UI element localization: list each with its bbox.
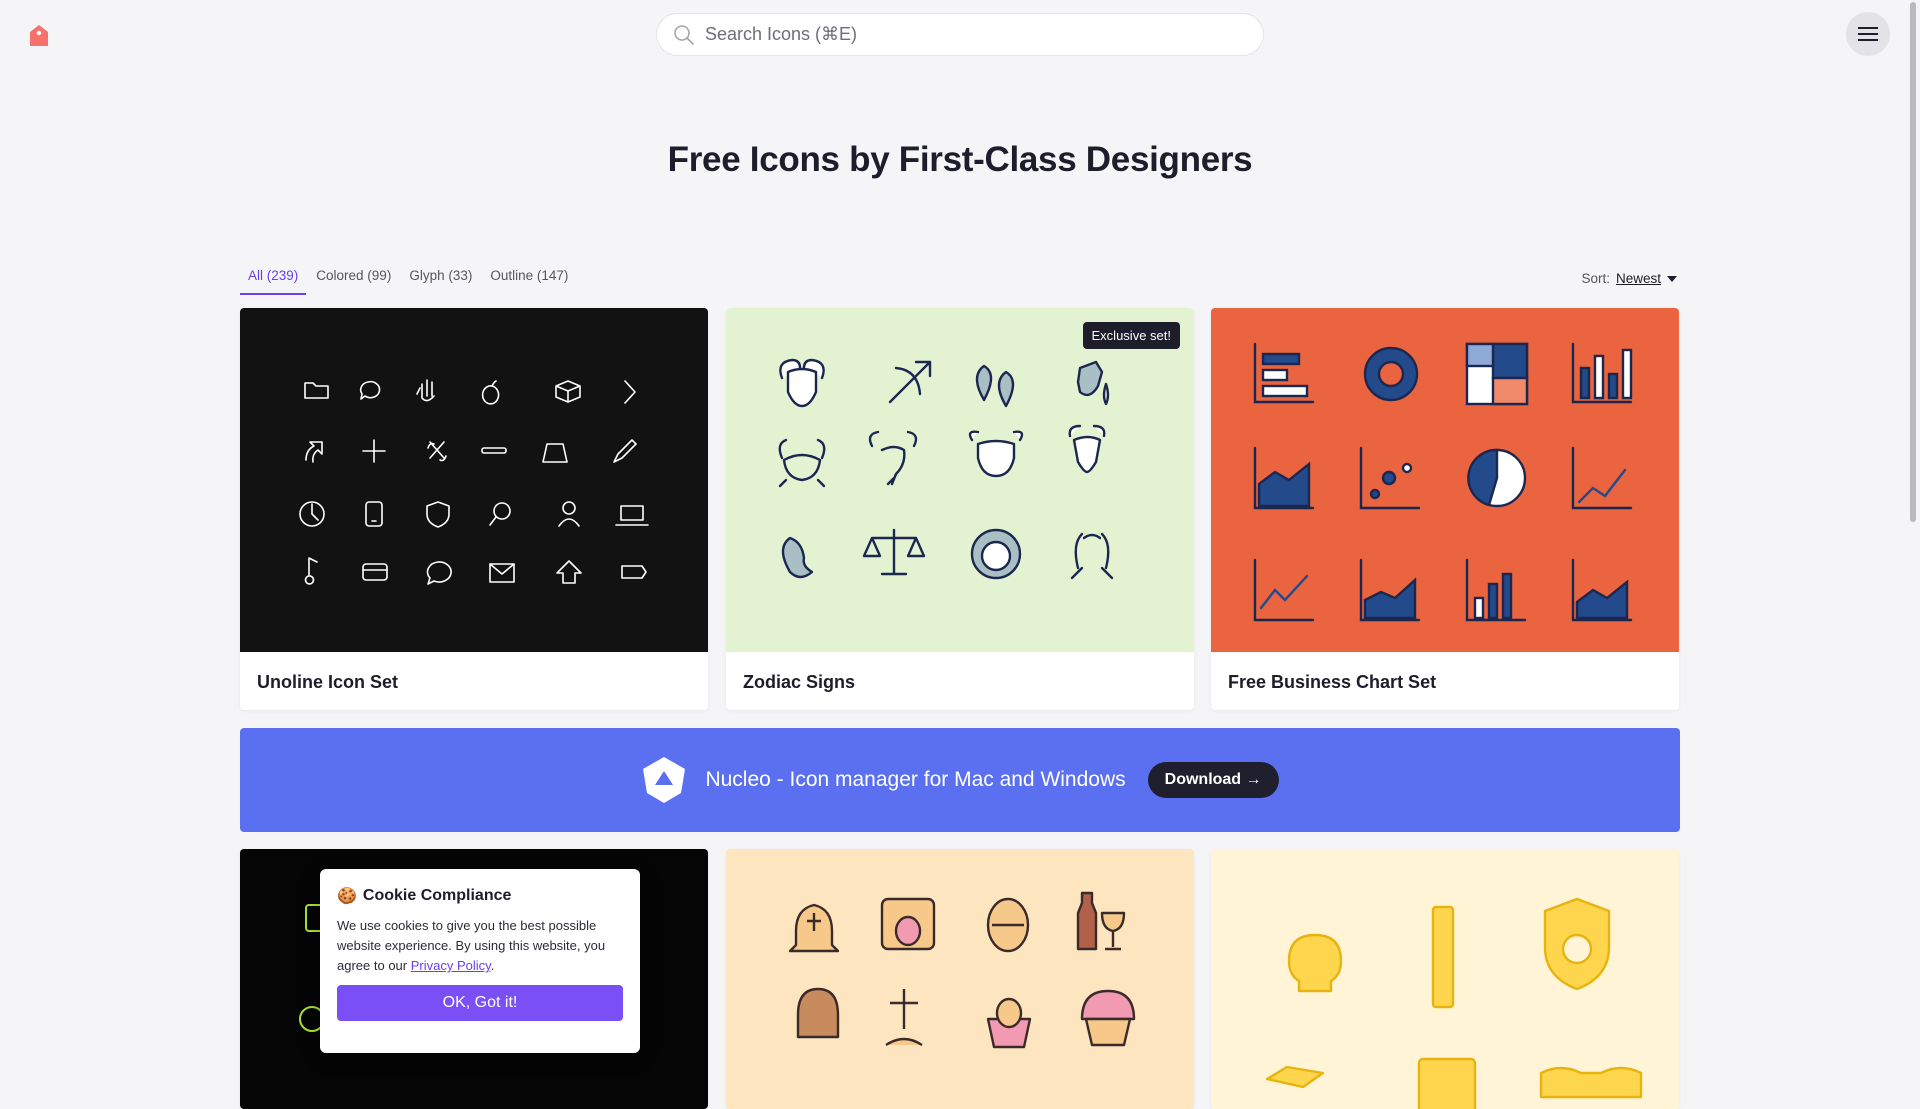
hamburger-menu-icon	[1858, 27, 1878, 41]
nucleo-logo-icon	[643, 757, 686, 803]
page-title: Free Icons by First-Class Designers	[667, 140, 1253, 179]
unoline-preview-image	[240, 308, 708, 652]
cookie-consent-dialog: 🍪 Cookie Compliance We use cookies to gi…	[320, 869, 640, 1053]
brand-logo-icon[interactable]	[28, 24, 50, 48]
gaming-preview-image	[1211, 849, 1679, 1109]
cookie-icon: 🍪	[337, 888, 357, 905]
card-title[interactable]: Free Business Chart Set	[1228, 672, 1436, 693]
search-bar[interactable]: Search Icons (⌘E)	[656, 13, 1264, 56]
cookie-title: Cookie Compliance	[362, 887, 512, 904]
icon-set-card-easter[interactable]	[726, 849, 1194, 1109]
sort-dropdown[interactable]: Newest	[1616, 271, 1661, 286]
tab-glyph[interactable]: Glyph (33)	[401, 268, 480, 295]
card-title[interactable]: Zodiac Signs	[743, 672, 855, 693]
icon-set-card-unoline[interactable]: Unoline Icon Set	[240, 308, 708, 710]
search-input[interactable]: Search Icons (⌘E)	[705, 24, 857, 45]
zodiac-preview-image	[726, 308, 1194, 652]
card-title[interactable]: Unoline Icon Set	[257, 672, 398, 693]
menu-button[interactable]	[1846, 12, 1890, 56]
cookie-accept-button[interactable]: OK, Got it!	[337, 985, 623, 1021]
download-button[interactable]: Download →	[1147, 762, 1279, 798]
cookie-body: We use cookies to give you the best poss…	[337, 918, 606, 973]
icon-set-card-zodiac[interactable]: Exclusive set! Zodiac Signs	[726, 308, 1194, 710]
filter-tabs: All (239) Colored (99) Glyph (33) Outlin…	[240, 268, 578, 295]
icon-set-card-gaming[interactable]	[1211, 849, 1679, 1109]
sort-control: Sort: Newest	[1581, 271, 1677, 286]
search-icon	[674, 24, 694, 45]
scrollbar-thumb[interactable]	[1910, 2, 1916, 522]
icon-set-card-business-charts[interactable]: Free Business Chart Set	[1211, 308, 1679, 710]
privacy-policy-link[interactable]: Privacy Policy	[411, 958, 491, 973]
business-chart-preview-image	[1211, 308, 1679, 652]
exclusive-badge: Exclusive set!	[1082, 322, 1180, 349]
tab-all[interactable]: All (239)	[240, 268, 307, 295]
sort-label: Sort:	[1581, 271, 1610, 286]
tab-outline[interactable]: Outline (147)	[482, 268, 576, 295]
cookie-title-row: 🍪 Cookie Compliance	[337, 886, 623, 906]
caret-down-icon[interactable]	[1667, 275, 1677, 283]
easter-preview-image	[726, 849, 1194, 1109]
nucleo-promo-banner[interactable]: Nucleo - Icon manager for Mac and Window…	[240, 728, 1680, 832]
tab-colored[interactable]: Colored (99)	[308, 268, 399, 295]
banner-text: Nucleo - Icon manager for Mac and Window…	[705, 768, 1126, 791]
